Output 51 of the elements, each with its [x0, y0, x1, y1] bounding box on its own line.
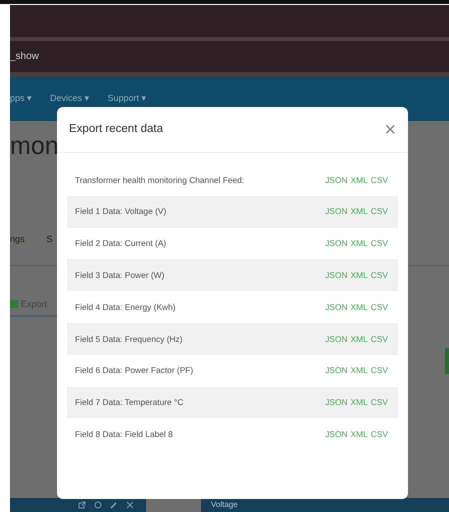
export-row-label: Field 1 Data: Voltage (V) — [75, 205, 166, 218]
tab-title[interactable]: _show — [10, 49, 39, 64]
format-link[interactable]: XML — [350, 300, 368, 314]
panel-title: Voltage — [211, 499, 238, 511]
export-row-label: Field 3 Data: Power (W) — [75, 268, 164, 282]
format-link[interactable]: CSV — [370, 174, 388, 186]
format-link[interactable]: JSON — [325, 332, 348, 346]
export-row-label: Field 4 Data: Energy (Kwh) — [75, 300, 176, 314]
format-link[interactable]: JSON — [325, 268, 348, 282]
format-link[interactable]: JSON — [325, 300, 348, 314]
format-link[interactable]: CSV — [370, 268, 388, 282]
close-button[interactable]: × — [384, 120, 396, 140]
export-icon — [10, 300, 18, 308]
nav-menu-item[interactable]: Support ▾ — [108, 92, 147, 106]
format-link[interactable]: CSV — [370, 237, 388, 250]
pencil-icon[interactable] — [110, 501, 118, 509]
nav-menu-item[interactable]: pps ▾ — [10, 92, 32, 106]
format-link[interactable]: XML — [350, 428, 368, 441]
close-icon[interactable] — [126, 501, 134, 509]
export-row-label: Field 5 Data: Frequency (Hz) — [75, 332, 183, 346]
format-link[interactable]: XML — [350, 396, 368, 409]
format-link[interactable]: JSON — [325, 174, 348, 186]
dialog-title: Export recent data — [69, 122, 163, 137]
export-row-label: Field 2 Data: Current (A) — [75, 237, 166, 250]
format-link[interactable]: XML — [350, 237, 368, 250]
format-link[interactable]: JSON — [325, 364, 348, 377]
format-link[interactable]: XML — [350, 364, 368, 377]
format-link[interactable]: JSON — [325, 205, 348, 218]
circle-icon[interactable] — [94, 501, 102, 509]
format-link[interactable]: CSV — [370, 300, 388, 314]
format-link[interactable]: CSV — [370, 332, 388, 346]
format-link[interactable]: XML — [350, 332, 368, 346]
format-link[interactable]: JSON — [325, 428, 348, 441]
format-link[interactable]: XML — [350, 268, 368, 282]
format-link[interactable]: CSV — [370, 396, 388, 409]
external-link-icon[interactable] — [78, 501, 86, 509]
nav-menu-item[interactable]: Devices ▾ — [50, 92, 90, 106]
format-link[interactable]: CSV — [370, 428, 388, 441]
format-link[interactable]: CSV — [370, 205, 388, 218]
export-row-label: Field 7 Data: Temperature °C — [75, 396, 184, 409]
format-link[interactable]: XML — [350, 174, 368, 186]
page-heading: mon — [10, 131, 60, 161]
export-row-label: Field 8 Data: Field Label 8 — [75, 428, 173, 441]
export-row-label: Transformer health monitoring Channel Feed: — [75, 174, 244, 186]
format-link[interactable]: JSON — [325, 396, 348, 409]
page-tab[interactable]: ngs — [10, 233, 25, 246]
page-tab[interactable]: S — [46, 233, 53, 246]
format-link[interactable]: CSV — [370, 364, 388, 377]
export-row-label: Field 6 Data: Power Factor (PF) — [75, 364, 194, 377]
format-link[interactable]: JSON — [325, 237, 348, 250]
format-link[interactable]: XML — [350, 205, 368, 218]
